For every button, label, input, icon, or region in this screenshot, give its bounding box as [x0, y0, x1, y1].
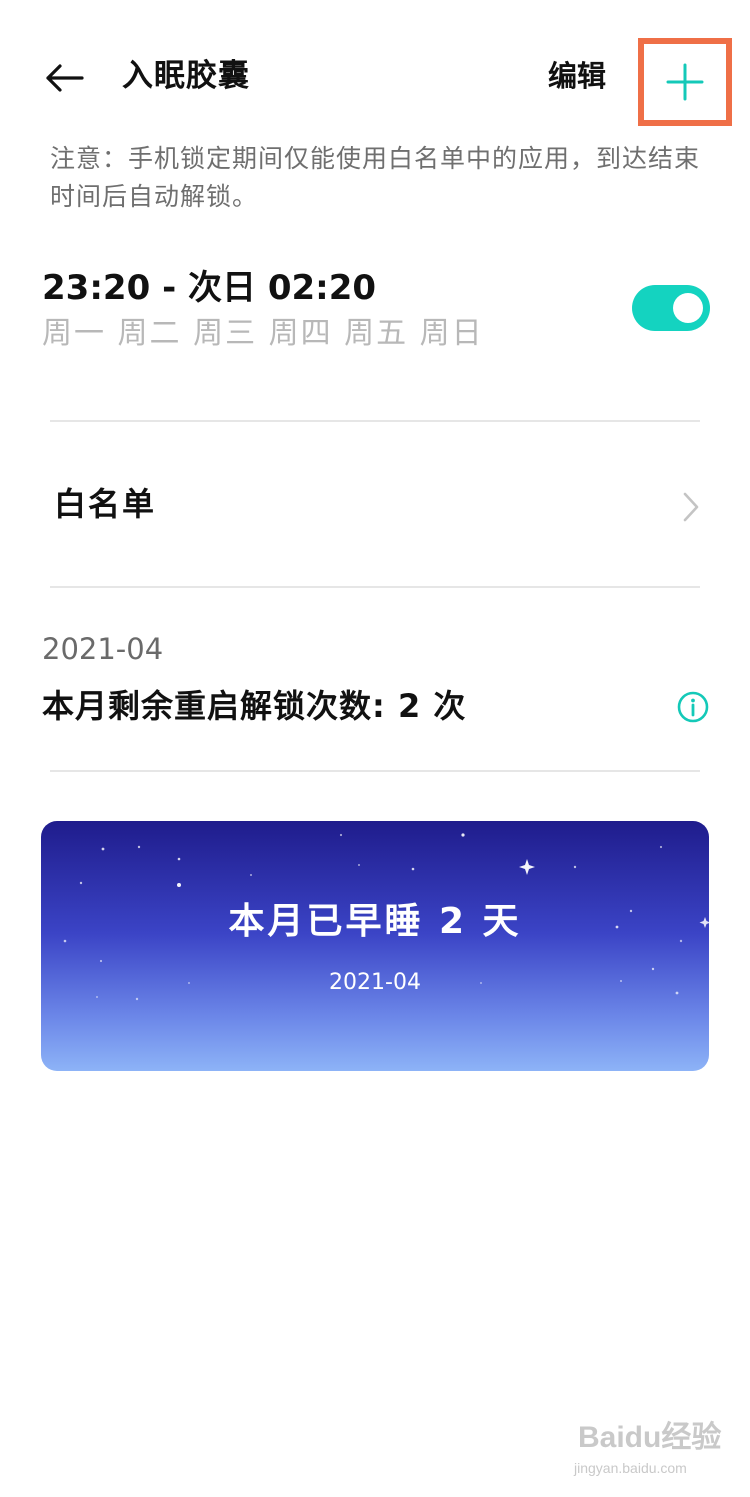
divider	[50, 586, 700, 588]
divider	[50, 770, 700, 772]
unlock-month: 2021-04	[42, 632, 164, 666]
sleep-card-month: 2021-04	[329, 970, 421, 995]
schedule-time-range: 23:20 - 次日 02:20	[42, 268, 377, 308]
arrow-left-icon	[46, 64, 84, 92]
watermark-url: jingyan.baidu.com	[574, 1460, 687, 1476]
sleep-summary-card[interactable]: 本月已早睡 2 天 2021-04	[41, 821, 709, 1071]
info-icon[interactable]	[676, 690, 710, 724]
unlock-remaining-text: 本月剩余重启解锁次数: 2 次	[42, 687, 467, 725]
schedule-toggle[interactable]	[632, 285, 710, 331]
toggle-knob	[673, 293, 703, 323]
sleep-capsule-screen: 入眠胶囊 编辑 注意：手机锁定期间仅能使用白名单中的应用，到达结束时间后自动解锁…	[0, 0, 750, 1497]
back-button[interactable]	[38, 52, 90, 104]
baidu-watermark: Baidu经验 jingyan.baidu.com	[560, 1418, 730, 1482]
sleep-card-title: 本月已早睡 2 天	[228, 901, 522, 942]
edit-button[interactable]: 编辑	[548, 54, 606, 98]
notice-text: 注意：手机锁定期间仅能使用白名单中的应用，到达结束时间后自动解锁。	[50, 144, 701, 211]
whitelist-row[interactable]: 白名单	[0, 422, 750, 586]
whitelist-label: 白名单	[54, 485, 157, 523]
header-bar: 入眠胶囊 编辑	[0, 0, 750, 140]
watermark-brand: Baidu经验	[578, 1421, 722, 1454]
schedule-days: 周一 周二 周三 周四 周五 周日	[42, 316, 484, 351]
page-title: 入眠胶囊	[122, 58, 250, 94]
chevron-right-icon	[683, 492, 699, 522]
add-button[interactable]	[638, 38, 732, 126]
plus-icon	[666, 63, 704, 101]
